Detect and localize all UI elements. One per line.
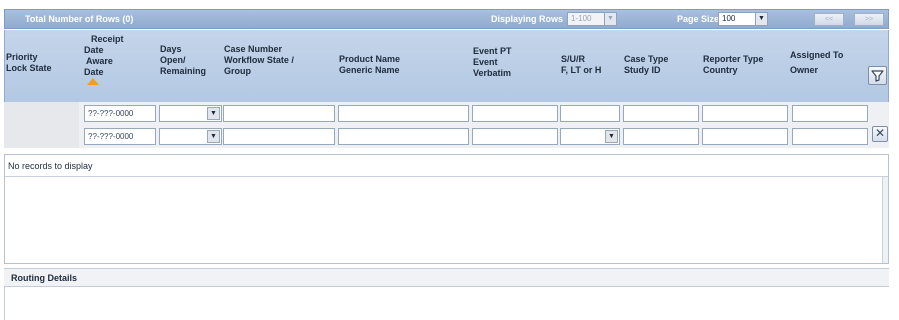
generic-name-filter-input[interactable] <box>338 128 469 145</box>
product-name-filter-input[interactable] <box>338 105 469 122</box>
header-line: S/U/R <box>561 54 586 64</box>
header-line: Event <box>473 57 498 67</box>
header-line: Remaining <box>160 66 207 76</box>
filter-row: ▼ ▼ <box>4 125 889 148</box>
aware-date-filter-input[interactable] <box>84 128 156 145</box>
filter-row-lead <box>4 102 79 125</box>
header-line: Priority <box>6 52 38 62</box>
header-line: Assigned To <box>790 50 844 60</box>
clear-icon: ✕ <box>874 126 886 140</box>
header-line: Date <box>84 67 104 77</box>
header-line: Generic Name <box>339 65 400 75</box>
header-line: Case Type <box>624 54 669 64</box>
filter-row: ▼ <box>4 102 889 125</box>
column-header-row: Priority Lock State Receipt Date Aware D… <box>4 30 889 102</box>
clear-filters-button[interactable]: ✕ <box>872 126 888 142</box>
days-open-filter-select[interactable]: ▼ <box>159 105 222 122</box>
chevron-down-icon: ▼ <box>605 130 618 143</box>
study-id-filter-input[interactable] <box>623 128 699 145</box>
header-line: Case Number <box>224 44 283 54</box>
chevron-down-icon: ▼ <box>207 107 220 120</box>
header-line: Country <box>703 65 738 75</box>
column-header-sur[interactable]: S/U/R F, LT or H <box>561 54 601 76</box>
displaying-rows-value: 1-100 <box>571 14 592 23</box>
column-header-reporter-type[interactable]: Reporter Type Country <box>703 54 763 76</box>
column-header-case-type[interactable]: Case Type Study ID <box>624 54 668 76</box>
page-size-select[interactable]: 100 ▼ <box>718 12 768 26</box>
header-line: Event PT <box>473 46 512 56</box>
header-line: Study ID <box>624 65 661 75</box>
column-header-assigned-to[interactable]: Assigned To Owner <box>790 49 843 77</box>
chevron-down-icon: ▼ <box>604 13 616 25</box>
displaying-rows-select[interactable]: 1-100 ▼ <box>567 12 617 26</box>
header-line: Workflow State / <box>224 55 294 65</box>
column-header-product-name[interactable]: Product Name Generic Name <box>339 54 400 76</box>
workflow-state-filter-input[interactable] <box>223 128 335 145</box>
header-line: Reporter Type <box>703 54 764 64</box>
routing-details-panel <box>4 287 889 320</box>
routing-details-header[interactable]: Routing Details <box>4 268 889 287</box>
header-line: Lock State <box>6 63 52 73</box>
case-type-filter-input[interactable] <box>623 105 699 122</box>
pagination-bar: Total Number of Rows (0) Displaying Rows… <box>4 9 889 29</box>
chevron-down-icon: ▼ <box>755 13 767 25</box>
header-line: Verbatim <box>473 68 512 78</box>
header-line: Aware <box>86 56 113 66</box>
case-number-filter-input[interactable] <box>223 105 335 122</box>
remaining-filter-select[interactable]: ▼ <box>159 128 222 145</box>
filter-toggle-button[interactable] <box>868 66 887 85</box>
results-grid: No records to display <box>4 154 889 264</box>
page-size-label: Page Size <box>677 14 720 24</box>
column-header-event-pt[interactable]: Event PT Event Verbatim <box>473 46 512 79</box>
owner-filter-input[interactable] <box>792 128 868 145</box>
country-filter-input[interactable] <box>702 128 788 145</box>
column-header-days-open[interactable]: Days Open/ Remaining <box>160 44 206 77</box>
column-header-priority[interactable]: Priority Lock State <box>6 52 52 74</box>
sort-ascending-icon[interactable] <box>87 78 99 85</box>
header-line: Owner <box>790 65 819 75</box>
page-size-value: 100 <box>722 14 736 23</box>
filter-row-lead <box>4 125 79 148</box>
event-pt-filter-input[interactable] <box>472 105 558 122</box>
header-line: Product Name <box>339 54 401 64</box>
column-header-case-number[interactable]: Case Number Workflow State / Group <box>224 44 294 77</box>
displaying-rows-label: Displaying Rows <box>491 14 564 24</box>
column-header-receipt-date[interactable]: Receipt Date Aware Date <box>84 34 124 85</box>
header-line: Days <box>160 44 182 54</box>
receipt-date-filter-input[interactable] <box>84 105 156 122</box>
event-verbatim-filter-input[interactable] <box>472 128 558 145</box>
assigned-to-filter-input[interactable] <box>792 105 868 122</box>
sur-filter-input[interactable] <box>560 105 620 122</box>
empty-message: No records to display <box>5 155 888 177</box>
header-line: Date <box>84 45 104 55</box>
sur-type-filter-select[interactable]: ▼ <box>560 128 620 145</box>
total-rows-label: Total Number of Rows (0) <box>25 14 134 24</box>
vertical-scrollbar[interactable] <box>882 177 888 263</box>
next-page-button[interactable]: >> <box>854 13 884 26</box>
reporter-type-filter-input[interactable] <box>702 105 788 122</box>
header-line: Receipt <box>91 34 124 44</box>
previous-page-button[interactable]: << <box>814 13 844 26</box>
filter-icon <box>871 70 884 82</box>
header-line: Group <box>224 66 251 76</box>
chevron-down-icon: ▼ <box>207 130 220 143</box>
header-line: F, LT or H <box>561 65 602 75</box>
header-line: Open/ <box>160 55 186 65</box>
